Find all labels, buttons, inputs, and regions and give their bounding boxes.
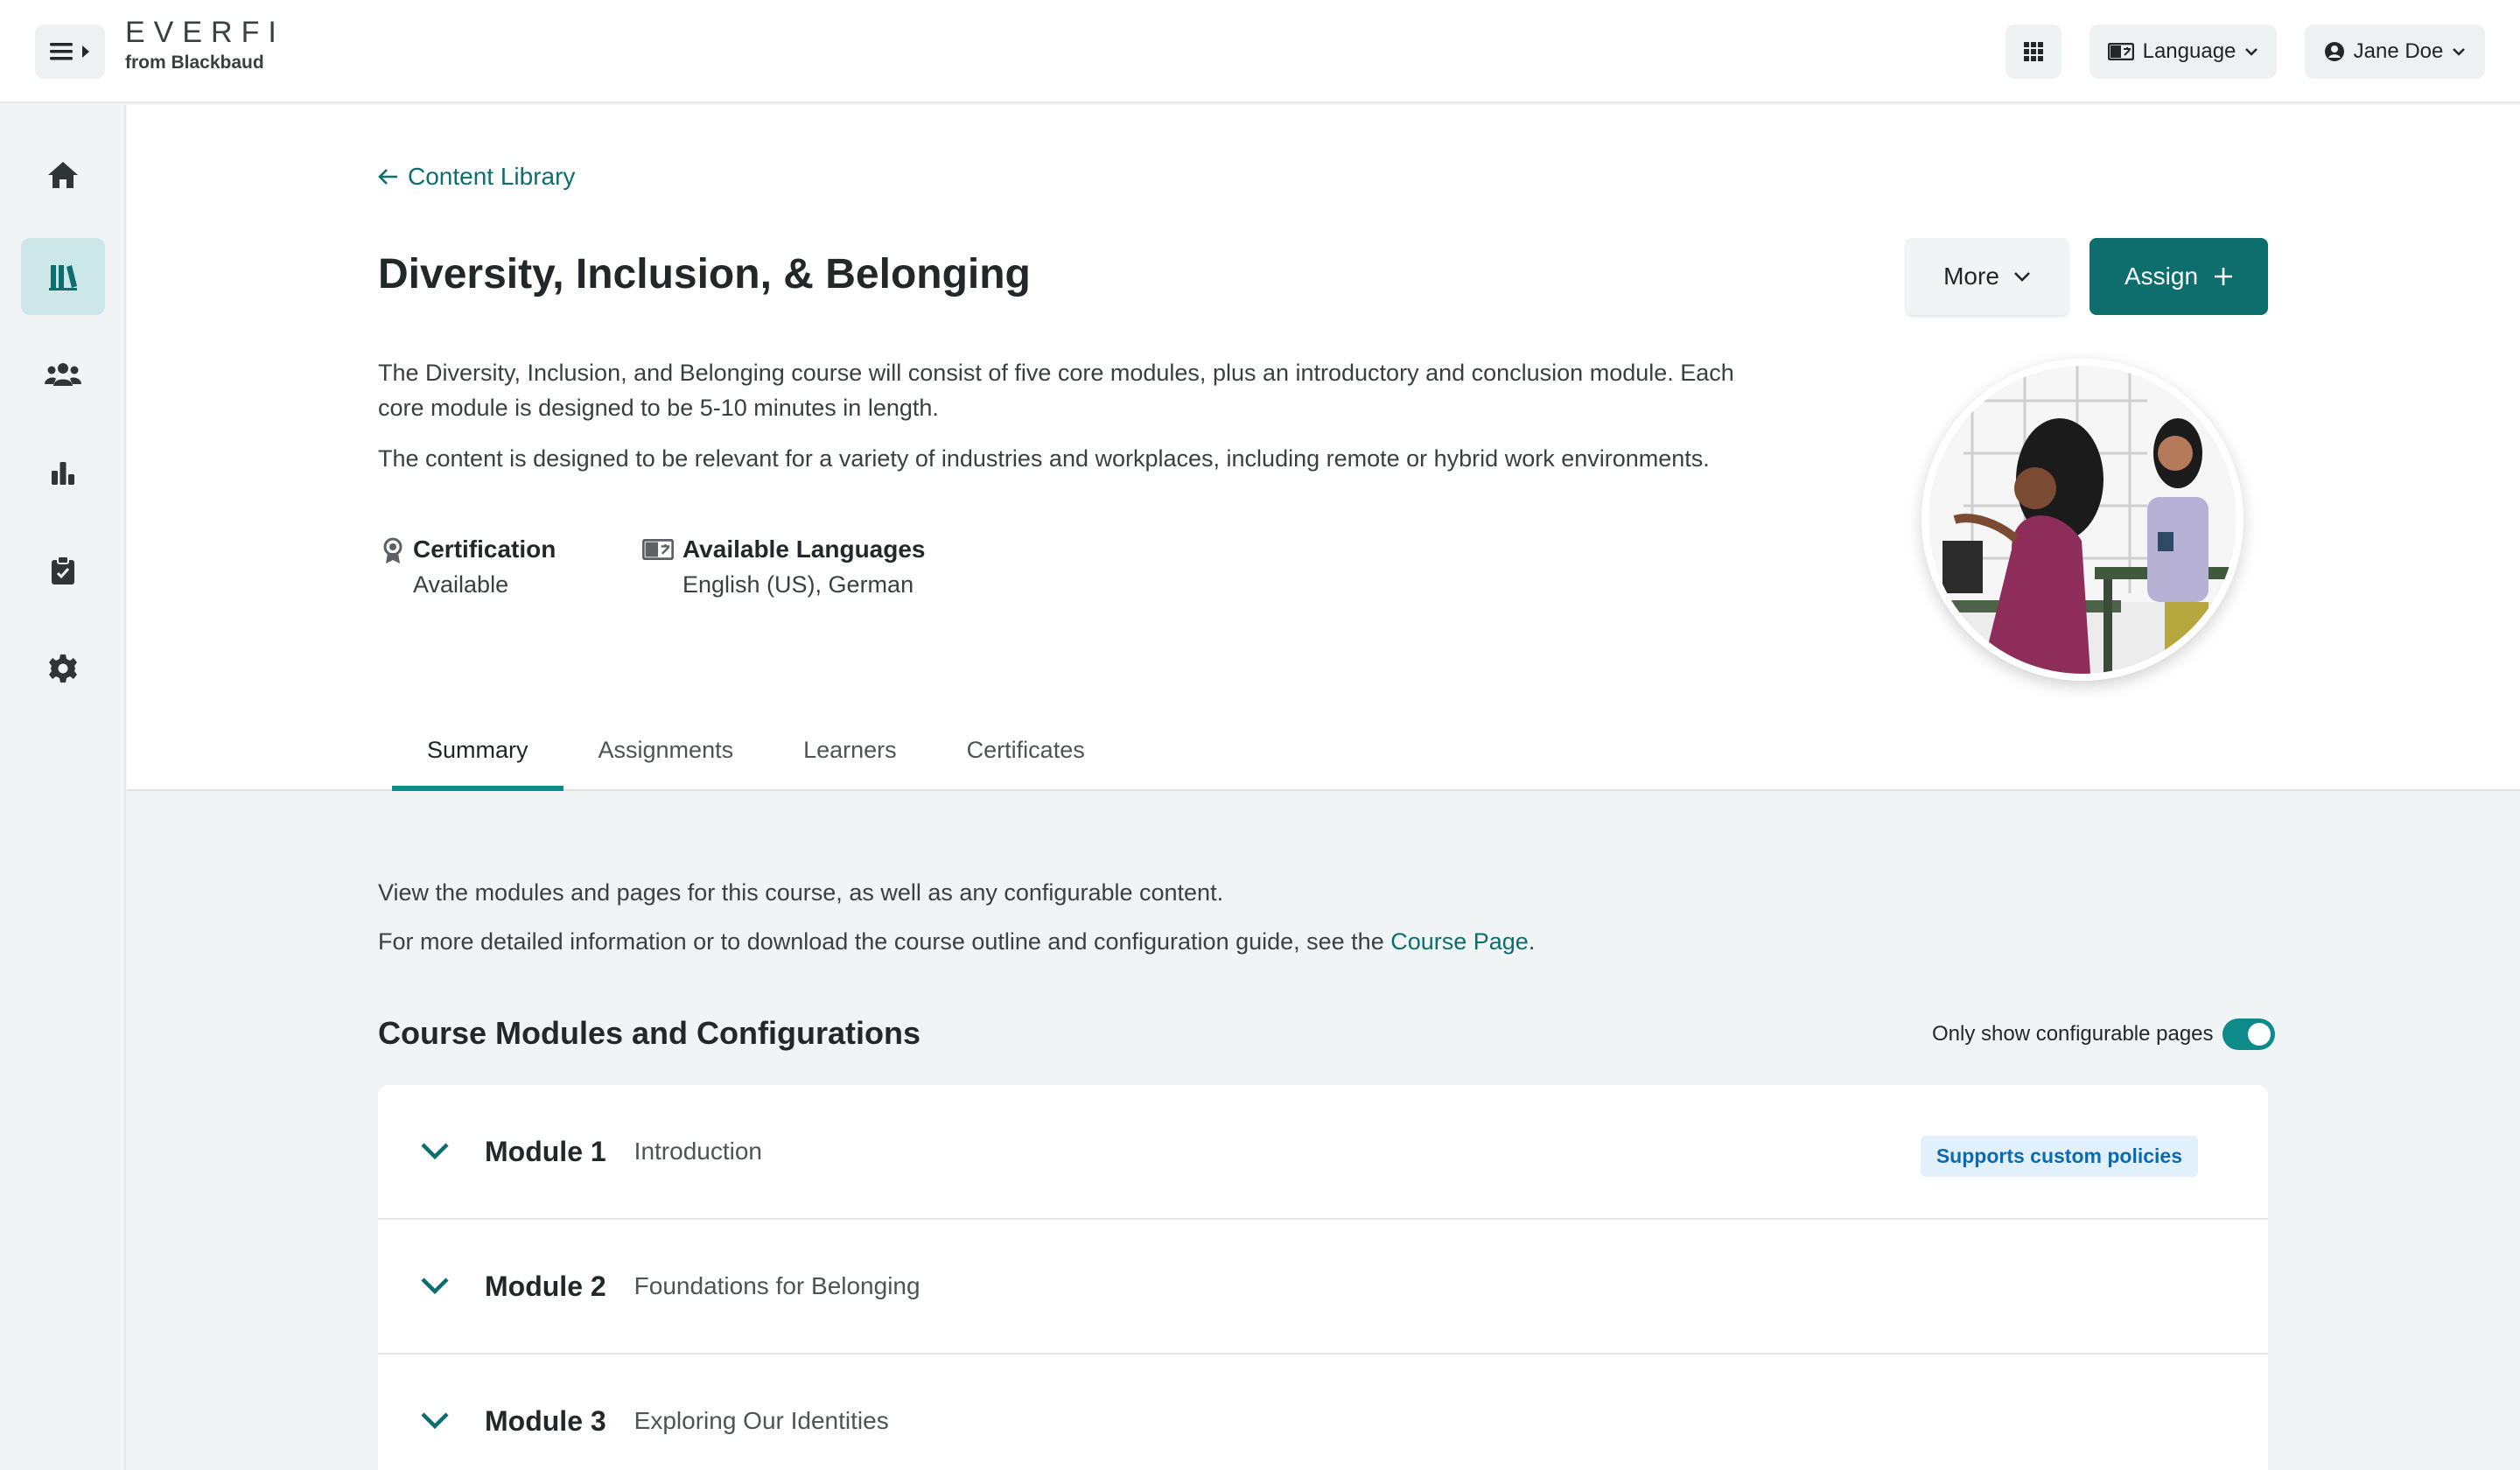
logo-wordmark: EVERFI [125,16,285,49]
module-name: Introduction [634,1138,762,1165]
sidebar-item-home[interactable] [21,136,105,214]
toggle-label: Only show configurable pages [1932,1022,2214,1046]
course-tabs: Summary Assignments Learners Certificate… [392,728,1120,791]
certification-label: Certification [413,536,556,563]
sidebar-item-settings[interactable] [21,630,105,707]
sidebar-nav [0,105,126,1470]
module-name: Foundations for Belonging [634,1272,920,1299]
user-name: Jane Doe [2353,39,2444,63]
sidebar-item-users[interactable] [21,336,105,413]
course-hero-illustration [1922,359,2244,681]
configurable-pages-toggle-group: Only show configurable pages [1932,1018,2275,1050]
more-button-label: More [1943,262,1999,290]
back-to-content-library-link[interactable]: Content Library [378,163,575,191]
module-number: Module 2 [485,1270,606,1302]
tab-assignments[interactable]: Assignments [564,728,769,791]
certification-value: Available [413,571,509,598]
summary-detail-suffix: . [1528,928,1536,955]
module-row[interactable]: Module 2 Foundations for Belonging [378,1220,2268,1354]
module-number: Module 3 [485,1404,606,1437]
hamburger-icon [50,43,73,60]
page-title: Diversity, Inclusion, & Belonging [378,251,1031,298]
summary-intro: View the modules and pages for this cour… [378,879,1224,906]
language-button[interactable]: Language [2090,24,2277,79]
course-page-link[interactable]: Course Page [1390,928,1529,955]
gear-icon [49,654,77,682]
user-avatar-icon [2324,42,2344,61]
plus-icon [2215,268,2233,285]
clipboard-check-icon [52,556,74,584]
back-link-label: Content Library [408,163,576,190]
language-icon [2107,43,2134,60]
summary-detail: For more detailed information or to down… [378,924,1535,959]
module-row[interactable]: Module 3 Exploring Our Identities [378,1354,2268,1470]
assign-button[interactable]: Assign [2090,238,2268,315]
home-icon [48,162,78,188]
tab-learners[interactable]: Learners [768,728,932,791]
tab-summary[interactable]: Summary [392,728,564,791]
sidebar-item-assignments[interactable] [21,532,105,609]
more-button[interactable]: More [1906,238,2068,315]
app-grid-button[interactable] [2006,24,2062,79]
course-description: The Diversity, Inclusion, and Belonging … [378,360,1734,421]
grid-icon [2024,42,2043,61]
language-label: Language [2142,39,2236,63]
sidebar-item-library[interactable] [21,238,105,315]
caret-right-icon [82,46,89,58]
available-languages-info: Available Languages English (US), German [642,532,926,602]
module-name: Exploring Our Identities [634,1407,889,1434]
award-icon [383,537,402,564]
chevron-down-icon[interactable] [420,1411,450,1431]
logo-subtitle: from Blackbaud [125,52,264,73]
chevron-down-icon[interactable] [420,1142,450,1161]
course-description-secondary: The content is designed to be relevant f… [378,445,1710,472]
sidebar-item-reports[interactable] [21,434,105,511]
user-menu-button[interactable]: Jane Doe [2305,24,2485,79]
summary-detail-text: For more detailed information or to down… [378,928,1391,955]
section-title: Course Modules and Configurations [378,1015,921,1051]
module-number: Module 1 [485,1135,606,1167]
chevron-down-icon[interactable] [420,1277,450,1296]
languages-value: English (US), German [682,571,914,598]
language-icon [642,539,674,560]
certification-info: Certification Available [382,532,556,602]
assign-button-label: Assign [2124,262,2199,290]
arrow-left-icon [378,169,397,185]
modules-list: Module 1 Introduction Supports custom po… [378,1085,2268,1470]
library-icon [49,265,77,290]
users-icon [45,363,81,386]
tab-certificates[interactable]: Certificates [932,728,1120,791]
chart-icon [52,462,74,485]
configurable-pages-toggle[interactable] [2222,1018,2275,1050]
languages-label: Available Languages [682,536,926,563]
custom-policies-badge: Supports custom policies [1920,1136,2198,1177]
chevron-down-icon [2245,48,2258,56]
everfi-logo[interactable]: EVERFI from Blackbaud [125,18,285,74]
chevron-down-icon [2013,272,2030,282]
menu-toggle-button[interactable] [35,24,105,79]
top-bar: EVERFI from Blackbaud Language Jane Doe [0,0,2520,103]
module-row[interactable]: Module 1 Introduction Supports custom po… [378,1085,2268,1220]
chevron-down-icon [2453,48,2466,56]
